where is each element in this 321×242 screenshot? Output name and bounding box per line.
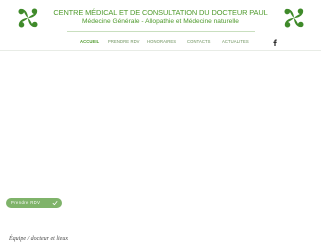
- checkmark-icon: [52, 201, 58, 206]
- lauburu-logo-icon[interactable]: [15, 5, 41, 31]
- hero-area: [0, 51, 321, 191]
- header-divider: [67, 31, 255, 32]
- nav-item-honoraires[interactable]: HONORAIRES: [147, 39, 176, 44]
- nav-item-prendre-rdv[interactable]: PRENDRE RDV: [108, 39, 140, 44]
- facebook-icon[interactable]: [272, 39, 278, 46]
- prendre-rdv-button[interactable]: Prendre RDV: [6, 198, 62, 208]
- page-subtitle: Médecine Générale - Allopathie et Médeci…: [82, 18, 239, 25]
- prendre-rdv-label: Prendre RDV: [11, 200, 41, 205]
- page-title: CENTRE MÉDICAL ET DE CONSULTATION DU DOC…: [53, 8, 268, 17]
- nav-item-accueil[interactable]: ACCUEIL: [80, 39, 99, 44]
- nav-item-contacts[interactable]: CONTACTS: [187, 39, 211, 44]
- nav-item-actualites[interactable]: ACTUALITES: [222, 39, 249, 44]
- section-heading: Équipe / docteur et lieux: [9, 236, 68, 242]
- lauburu-logo-icon: [284, 8, 304, 28]
